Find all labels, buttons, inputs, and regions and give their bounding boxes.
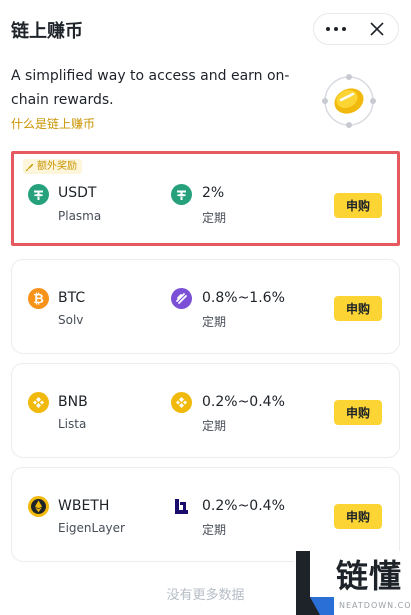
window-controls — [313, 13, 399, 45]
page-title: 链上赚币 — [11, 21, 83, 42]
product-card-usdt[interactable]: 额外奖励 USDT Plasma 2% 定期 申购 — [11, 151, 400, 246]
subscribe-button[interactable]: 申购 — [334, 193, 382, 218]
asset-network: Plasma — [58, 209, 102, 223]
asset-name: WBETH — [58, 498, 110, 514]
asset-name: BNB — [58, 394, 88, 410]
eigenlayer-icon — [171, 496, 192, 517]
bnb-icon — [171, 392, 192, 413]
bnb-icon — [28, 392, 49, 413]
apr-rate: 0.2%~0.4% — [202, 498, 285, 514]
product-card-wbeth[interactable]: WBETH EigenLayer 0.2%~0.4% 定期 申购 — [11, 467, 400, 562]
term-label: 定期 — [202, 419, 227, 433]
wbeth-icon — [28, 496, 49, 517]
product-card-bnb[interactable]: BNB Lista 0.2%~0.4% 定期 申购 — [11, 363, 400, 458]
solv-icon — [171, 288, 192, 309]
bonus-label: 额外奖励 — [37, 161, 77, 172]
svg-text:₿: ₿ — [33, 292, 44, 307]
subscribe-button[interactable]: 申购 — [334, 400, 382, 425]
bitcoin-icon: ₿ — [28, 288, 49, 309]
product-card-btc[interactable]: ₿ BTC Solv 0.8%~1.6% 定期 申购 — [11, 259, 400, 354]
tether-icon — [171, 184, 192, 205]
asset-network: Solv — [58, 313, 84, 327]
asset-name: BTC — [58, 290, 86, 306]
rocket-icon — [25, 163, 33, 171]
asset-network: Lista — [58, 417, 87, 431]
more-icon[interactable] — [314, 14, 357, 44]
watermark-text: 链懂 — [336, 557, 403, 595]
header: 链上赚币 — [0, 0, 411, 56]
intro-description: A simplified way to access and earn on-c… — [11, 68, 290, 108]
asset-network: EigenLayer — [58, 521, 125, 535]
subscribe-button[interactable]: 申购 — [334, 296, 382, 321]
term-label: 定期 — [202, 523, 227, 537]
close-icon[interactable] — [357, 14, 398, 44]
tether-icon — [28, 184, 49, 205]
bonus-badge: 额外奖励 — [23, 159, 82, 174]
subscribe-button[interactable]: 申购 — [334, 504, 382, 529]
apr-rate: 0.2%~0.4% — [202, 394, 285, 410]
apr-rate: 0.8%~1.6% — [202, 290, 285, 306]
what-is-onchain-earn-link[interactable]: 什么是链上赚币 — [11, 115, 95, 132]
watermark-subtext: NEATDOWN.COM — [339, 601, 411, 610]
apr-rate: 2% — [202, 185, 225, 201]
watermark-logo: 链懂 NEATDOWN.COM — [294, 551, 411, 615]
coin-illustration — [318, 70, 380, 132]
term-label: 定期 — [202, 315, 227, 329]
asset-name: USDT — [58, 185, 97, 201]
term-label: 定期 — [202, 211, 227, 225]
